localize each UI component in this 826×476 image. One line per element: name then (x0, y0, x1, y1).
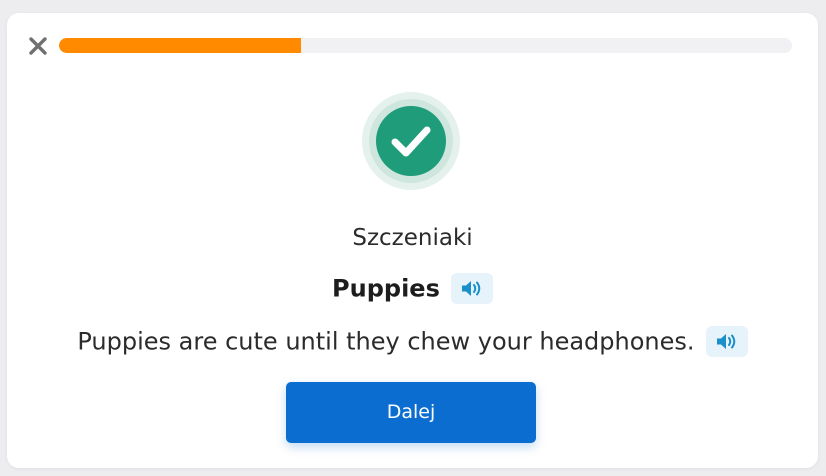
word-audio-button[interactable] (450, 273, 493, 304)
progress-bar (59, 38, 792, 53)
foreign-word-row: Puppies (7, 273, 818, 304)
sentence-audio-button[interactable] (705, 326, 748, 357)
close-button[interactable] (27, 35, 49, 57)
example-sentence-row: Puppies are cute until they chew your he… (7, 326, 818, 357)
checkmark-icon (391, 126, 431, 157)
speaker-icon (461, 281, 481, 296)
example-sentence: Puppies are cute until they chew your he… (77, 327, 695, 356)
native-word: Szczeniaki (352, 225, 473, 251)
lesson-card: Szczeniaki Puppies Puppies are cute unti… (7, 13, 818, 468)
progress-fill (59, 38, 301, 53)
speaker-icon (716, 334, 735, 349)
foreign-word: Puppies (332, 274, 440, 303)
next-button[interactable]: Dalej (286, 382, 536, 443)
success-badge (362, 92, 460, 190)
close-icon (29, 37, 47, 55)
